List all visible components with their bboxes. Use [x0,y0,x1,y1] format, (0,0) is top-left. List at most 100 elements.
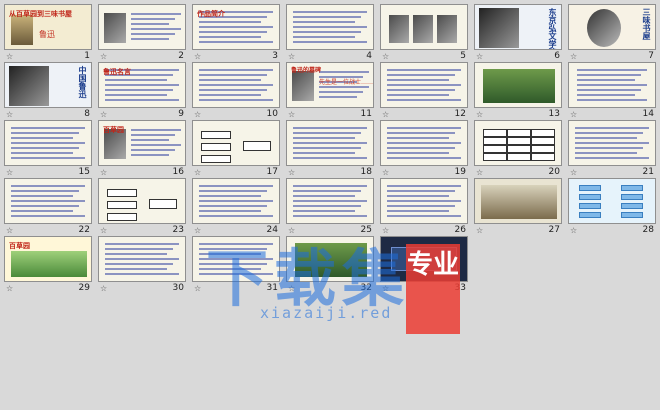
slide-preview[interactable]: 中国鲁迅 [4,62,92,108]
slide-preview[interactable] [286,178,374,224]
text-line [293,200,367,202]
slide-thumbnail-30[interactable]: ☆ 30 [98,236,186,294]
text-line [105,273,179,275]
slide-preview[interactable] [380,236,468,282]
arrow-shape [579,185,601,191]
slide-thumbnail-23[interactable]: ☆ 23 [98,178,186,236]
slide-thumbnail-9[interactable]: 鲁迅名言 ☆ 9 [98,62,186,120]
slide-preview[interactable]: 从百草园到三味书屋 鲁迅 [4,4,92,50]
slide-thumbnail-14[interactable]: ☆ 14 [568,62,656,120]
slide-number: 32 [360,283,372,293]
slide-thumbnail-31[interactable]: ☆ 31 [192,236,280,294]
slide-preview[interactable]: 东京弘文学院毕业照 [474,4,562,50]
slide-preview[interactable] [4,120,92,166]
slide-thumbnail-8[interactable]: 中国鲁迅 ☆ 8 [4,62,92,120]
slide-preview[interactable] [98,178,186,224]
slide-thumbnail-3[interactable]: 作品简介 ☆ 3 [192,4,280,62]
slide-thumbnail-17[interactable]: ☆ 17 [192,120,280,178]
slide-thumbnail-2[interactable]: ☆ 2 [98,4,186,62]
text-line [577,74,641,76]
slide-thumbnail-13[interactable]: ☆ 13 [474,62,562,120]
slide-thumbnail-21[interactable]: ☆ 21 [568,120,656,178]
slide-thumbnail-25[interactable]: ☆ 25 [286,178,374,236]
slide-thumbnail-16[interactable]: 百草园 ☆ 16 [98,120,186,178]
slide-thumbnail-32[interactable]: ☆ 32 [286,236,374,294]
slide-preview[interactable] [192,236,280,282]
slide-transition-icon: ☆ [194,226,202,235]
slide-preview[interactable] [380,120,468,166]
slide-thumbnail-4[interactable]: ☆ 4 [286,4,374,62]
slide-thumbnail-22[interactable]: ☆ 22 [4,178,92,236]
slide-number: 27 [548,225,560,235]
slide-thumbnail-11[interactable]: 鲁迅的墓碑 先生是一位战士…… ☆ 11 [286,62,374,120]
slide-transition-icon: ☆ [382,226,390,235]
text-line [575,127,649,129]
slide-preview[interactable] [98,4,186,50]
slide-thumbnail-12[interactable]: ☆ 12 [380,62,468,120]
slide-preview[interactable] [568,120,656,166]
slide-thumbnail-7[interactable]: 三味书屋 ☆ 7 [568,4,656,62]
slide-thumbnail-20[interactable]: ☆ 20 [474,120,562,178]
slide-preview[interactable] [568,178,656,224]
slide-preview[interactable] [568,62,656,108]
text-line [293,11,367,13]
text-line [293,31,361,33]
slide-transition-icon: ☆ [288,110,296,119]
text-line [319,91,363,93]
slide-preview[interactable] [286,4,374,50]
slide-number: 25 [360,225,372,235]
slide-thumbnail-33[interactable]: ☆ 33 [380,236,468,294]
text-line [105,258,179,260]
slide-preview[interactable]: 百草园 [4,236,92,282]
slide-thumbnail-28[interactable]: ☆ 28 [568,178,656,236]
slide-thumbnail-19[interactable]: ☆ 19 [380,120,468,178]
slide-thumbnail-5[interactable]: ☆ 5 [380,4,468,62]
slide-transition-icon: ☆ [6,52,14,61]
slide-thumbnail-15[interactable]: ☆ 15 [4,120,92,178]
slide-preview[interactable] [380,62,468,108]
text-line [131,149,175,151]
slide-preview[interactable] [474,62,562,108]
slide-preview[interactable]: 鲁迅的墓碑 先生是一位战士…… [286,62,374,108]
slide-preview[interactable]: 作品简介 [192,4,280,50]
slide-preview[interactable] [286,236,374,282]
slide-thumbnail-27[interactable]: ☆ 27 [474,178,562,236]
slide-preview[interactable] [380,4,468,50]
slide-preview[interactable] [286,120,374,166]
slide-preview[interactable] [192,120,280,166]
slide-preview[interactable]: 三味书屋 [568,4,656,50]
slide-thumbnail-6[interactable]: 东京弘文学院毕业照 ☆ 6 [474,4,562,62]
slide-preview[interactable] [4,178,92,224]
slide-thumbnail-18[interactable]: ☆ 18 [286,120,374,178]
text-line [575,147,643,149]
slide-preview[interactable]: 百草园 [98,120,186,166]
text-line [387,99,461,101]
text-line [105,94,167,96]
slide-number: 30 [172,283,184,293]
text-line [131,13,181,15]
slide-preview[interactable] [474,120,562,166]
slide-image [391,247,457,271]
text-line [387,89,455,91]
slide-preview[interactable] [380,178,468,224]
slide-preview[interactable]: 鲁迅名言 [98,62,186,108]
text-line [131,38,169,40]
slide-preview[interactable] [98,236,186,282]
slide-thumbnail-10[interactable]: ☆ 10 [192,62,280,120]
slide-transition-icon: ☆ [194,110,202,119]
slide-preview[interactable] [474,178,562,224]
slide-thumbnail-29[interactable]: 百草园 ☆ 29 [4,236,92,294]
text-line [387,142,461,144]
slide-thumbnail-24[interactable]: ☆ 24 [192,178,280,236]
slide-preview[interactable] [192,178,280,224]
slide-thumbnail-26[interactable]: ☆ 26 [380,178,468,236]
text-line [387,157,461,159]
table-cell [483,129,507,137]
table-cell [483,137,507,145]
table-cell [507,129,531,137]
text-line [131,18,175,20]
slide-number: 4 [366,51,372,61]
slide-preview[interactable] [192,62,280,108]
text-line [199,268,261,270]
slide-thumbnail-1[interactable]: 从百草园到三味书屋 鲁迅 ☆ 1 [4,4,92,62]
